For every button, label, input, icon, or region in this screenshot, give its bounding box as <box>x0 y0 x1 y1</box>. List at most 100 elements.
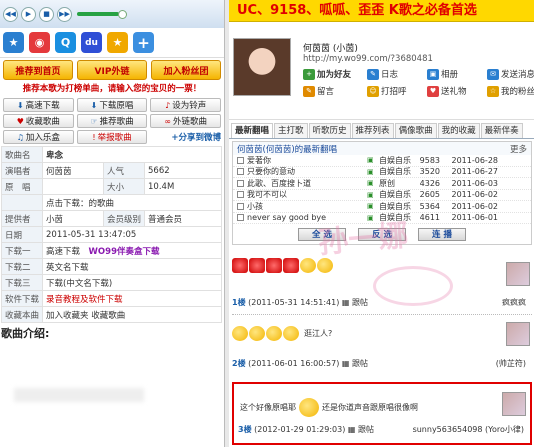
song-name[interactable]: 爱著你 <box>247 155 367 166</box>
profile-url[interactable]: http://my.wo99.com/?3680481 <box>303 54 433 64</box>
commenter-name[interactable]: 疯疯疯 <box>502 297 526 308</box>
song-name[interactable]: 小孩 <box>247 201 367 212</box>
favorite-star-icon[interactable]: ★ <box>107 32 128 53</box>
left-panel: ◀◀ ▶ ■ ▶▶ ★ ◉ Q du ★ + 推荐到首页 VIP外链 加入粉丝团… <box>0 0 224 447</box>
album-icon: ▣ <box>427 68 439 80</box>
comment-text-2: 还是你道声音跟原唱很像啊 <box>322 403 418 412</box>
select-all-button[interactable]: 全 选 <box>298 227 346 241</box>
song-name[interactable]: 只要你的意动 <box>247 166 367 177</box>
add-favorite-link[interactable]: 加入收藏夹 收藏歌曲 <box>42 306 222 323</box>
emoji-icon <box>317 258 333 273</box>
download-original-button[interactable]: ⬇ 下载原唱 <box>76 98 148 112</box>
emoji-icon <box>300 258 316 273</box>
song-row[interactable]: 小孩 ▣ 自娱自乐 5364 2011-06-02 <box>233 201 531 213</box>
join-fans-button[interactable]: 加入粉丝团 <box>151 60 221 80</box>
tab-recommend[interactable]: 推荐列表 <box>351 123 394 138</box>
date: 2011-05-31 13:47:05 <box>42 226 222 243</box>
tab-favorites[interactable]: 我的收藏 <box>437 123 480 138</box>
song-checkbox[interactable] <box>237 214 244 222</box>
member-level: 普通会员 <box>144 210 222 227</box>
reply-link[interactable]: 跟帖 <box>358 425 374 434</box>
baidu-icon[interactable]: du <box>81 32 102 53</box>
hand-icon: ☞ <box>90 116 98 126</box>
song-row[interactable]: 只要你的意动 ▣ 自娱自乐 3520 2011-06-27 <box>233 166 531 178</box>
commenter-name[interactable]: (帅芷符) <box>496 358 526 369</box>
top-banner[interactable]: UC、9158、呱呱、歪歪 K歌之必备首选 <box>229 0 534 22</box>
commenter-avatar[interactable] <box>502 392 526 416</box>
software-label: 软件下载 <box>0 290 44 307</box>
add-to-box-button[interactable]: ♫ 加入乐盒 <box>3 130 74 144</box>
fast-download-button[interactable]: ⬇ 高速下载 <box>3 98 74 112</box>
song-plays: 4326 <box>419 178 440 188</box>
external-link-button[interactable]: ∞ 外链歌曲 <box>150 114 221 128</box>
avatar[interactable] <box>233 38 291 96</box>
share-weibo-link[interactable]: +分享到微博 <box>171 131 221 143</box>
vote-notice[interactable]: 推荐本歌为打榜单曲，请输入您的宝贝的一票！ <box>0 82 224 96</box>
song-checkbox[interactable] <box>237 168 244 176</box>
commenter-avatar[interactable] <box>506 262 530 286</box>
stop-button[interactable]: ■ <box>39 6 54 22</box>
recommend-home-button[interactable]: 推荐到首页 <box>3 60 73 80</box>
song-checkbox[interactable] <box>237 202 244 210</box>
add-friend-link[interactable]: + 加为好友 <box>303 68 367 80</box>
song-checkbox[interactable] <box>237 191 244 199</box>
reply-link[interactable]: 跟帖 <box>352 359 368 368</box>
song-checkbox[interactable] <box>237 179 244 187</box>
volume-handle[interactable] <box>118 9 127 19</box>
vip-link-button[interactable]: VIP外链 <box>77 60 147 80</box>
song-checkbox[interactable] <box>237 156 244 164</box>
popularity: 5662 <box>144 162 222 179</box>
singer[interactable]: 何茵茵 <box>42 162 104 179</box>
play-button[interactable]: ▶ <box>21 6 36 22</box>
music-icon: ▣ <box>367 167 374 176</box>
blog-link[interactable]: ✎ 日志 <box>367 68 427 80</box>
song-name[interactable]: 此歌、百度搜卜道 <box>247 178 367 189</box>
tab-main-songs[interactable]: 主打歌 <box>274 123 308 138</box>
send-message-link[interactable]: ✉ 发送消息 <box>487 68 534 80</box>
provider[interactable]: 小茵 <box>42 210 104 227</box>
song-name[interactable]: never say good bye <box>247 213 367 222</box>
song-row[interactable]: 此歌、百度搜卜道 ▣ 原创 4326 2011-06-03 <box>233 178 531 190</box>
fans-link[interactable]: ☆ 我的粉丝 <box>487 85 534 97</box>
guestbook-icon: ✎ <box>303 85 315 97</box>
delete-icon[interactable]: ▦ <box>348 425 356 434</box>
tab-history[interactable]: 听歌历史 <box>308 123 351 138</box>
more-link[interactable]: 更多 <box>510 143 527 155</box>
star-icon[interactable]: ★ <box>3 32 24 53</box>
tab-idol[interactable]: 偶像歌曲 <box>394 123 437 138</box>
box-download-link[interactable]: WO99伴奏盒下载 <box>89 247 160 257</box>
song-row[interactable]: never say good bye ▣ 自娱自乐 4611 2011-06-01 <box>233 213 531 224</box>
tab-latest-covers[interactable]: 最新翻唱 <box>231 123 274 138</box>
song-tabs: 最新翻唱 主打歌 听歌历史 推荐列表 偶像歌曲 我的收藏 最新伴奏 <box>229 123 534 139</box>
set-ringtone-button[interactable]: ♪ 设为铃声 <box>150 98 221 112</box>
plus-icon[interactable]: + <box>133 32 154 53</box>
chinese-download-link[interactable]: 下载(中文名下载) <box>42 274 222 291</box>
album-link[interactable]: ▣ 相册 <box>427 68 487 80</box>
favorite-song-button[interactable]: ♥ 收藏歌曲 <box>3 114 74 128</box>
guestbook-link[interactable]: ✎ 留言 <box>303 85 367 97</box>
greet-link[interactable]: ☺ 打招呼 <box>367 85 427 97</box>
recommend-song-button[interactable]: ☞ 推荐歌曲 <box>76 114 148 128</box>
song-name[interactable]: 我可不可以 <box>247 189 367 200</box>
invert-select-button[interactable]: 反 选 <box>358 227 406 241</box>
commenter-name[interactable]: sunny563654098 (Yoro小律) <box>413 424 524 435</box>
next-button[interactable]: ▶▶ <box>57 6 72 22</box>
reply-link[interactable]: 跟帖 <box>352 298 368 307</box>
fast-download-link[interactable]: 高速下载 <box>46 247 80 257</box>
play-all-button[interactable]: 连 播 <box>418 227 466 241</box>
song-row[interactable]: 我可不可以 ▣ 自娱自乐 2605 2011-06-02 <box>233 189 531 201</box>
commenter-avatar[interactable] <box>506 322 530 346</box>
qq-icon[interactable]: Q <box>55 32 76 53</box>
gift-link[interactable]: ♥ 送礼物 <box>427 85 487 97</box>
weibo-icon[interactable]: ◉ <box>29 32 50 53</box>
song-row[interactable]: 爱著你 ▣ 自娱自乐 9583 2011-06-28 <box>233 155 531 167</box>
comment-text: 这个好像原唱耶 <box>240 403 296 412</box>
prev-button[interactable]: ◀◀ <box>3 6 18 22</box>
tab-accompaniment[interactable]: 最新伴奏 <box>480 123 523 138</box>
software-download-link[interactable]: 录音教程及软件下载 <box>42 290 222 307</box>
volume-bar[interactable] <box>77 12 119 16</box>
delete-icon[interactable]: ▦ <box>342 298 350 307</box>
english-download-link[interactable]: 英文名下载 <box>42 258 222 275</box>
report-song-button[interactable]: ! 举报歌曲 <box>76 130 148 144</box>
delete-icon[interactable]: ▦ <box>342 359 350 368</box>
